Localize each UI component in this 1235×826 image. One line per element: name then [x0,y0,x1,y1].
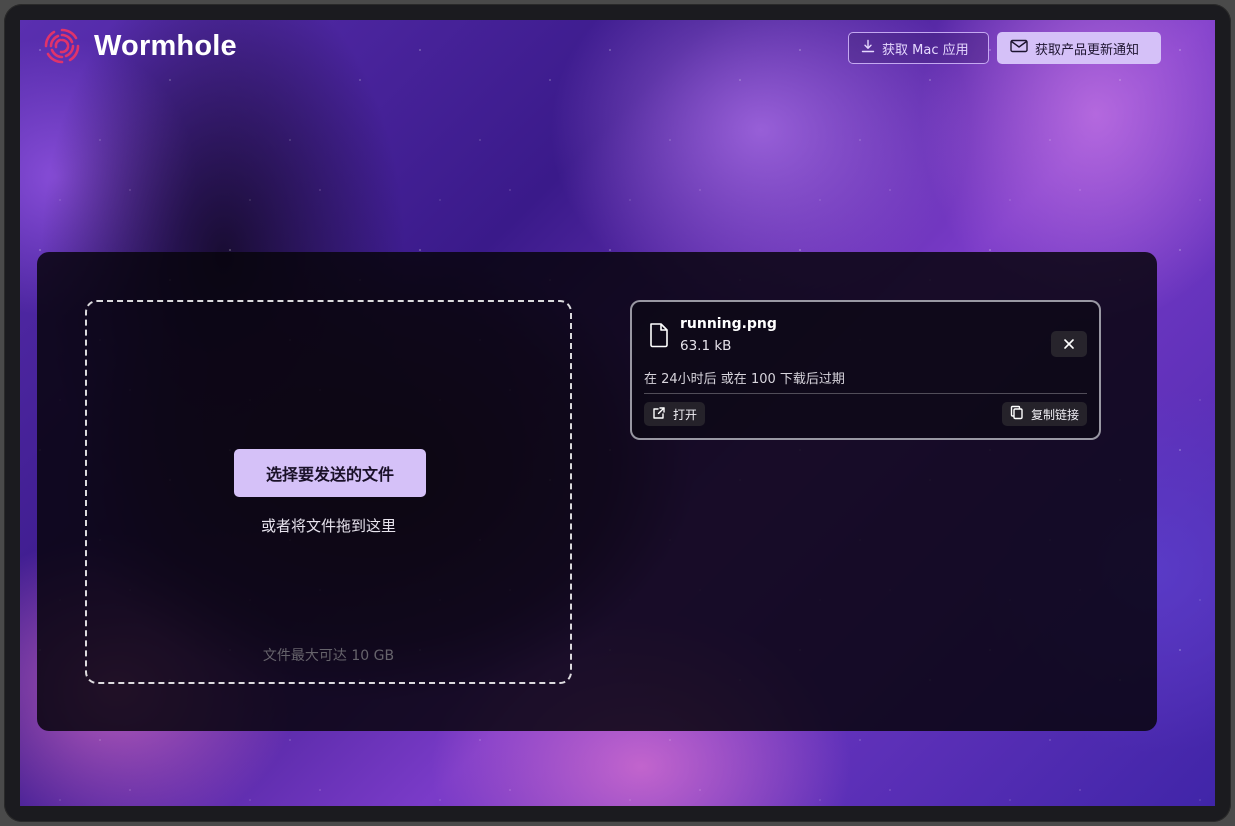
file-name: running.png [680,316,777,332]
get-updates-label: 获取产品更新通知 [1035,42,1140,58]
get-mac-app-label: 获取 Mac 应用 [882,42,969,58]
wormhole-logo-icon [42,26,82,66]
file-icon [648,322,670,352]
expiry-text: 在 24小时后 或在 100 下载后过期 [644,372,845,387]
get-updates-button[interactable]: 获取产品更新通知 [997,32,1161,64]
browser-window: Wormhole 获取 Mac 应用 获取产品更新通知 选择要发送的文件 或者将… [4,4,1231,822]
drag-hint: 或者将文件拖到这里 [260,517,396,535]
remove-file-button[interactable] [1051,331,1087,357]
logo[interactable]: Wormhole [42,26,237,66]
max-size-note: 文件最大可达 10 GB [262,648,395,664]
open-label: 打开 [673,407,698,422]
download-icon [861,39,875,57]
file-size: 63.1 kB [680,338,732,354]
file-dropzone[interactable]: 选择要发送的文件 或者将文件拖到这里 文件最大可达 10 GB [85,300,572,684]
mail-icon [1010,39,1028,57]
copy-link-label: 复制链接 [1030,407,1079,422]
transfer-panel: 选择要发送的文件 或者将文件拖到这里 文件最大可达 10 GB running.… [37,252,1157,731]
page-viewport: Wormhole 获取 Mac 应用 获取产品更新通知 选择要发送的文件 或者将… [20,20,1215,806]
close-icon [1063,335,1075,354]
copy-link-button[interactable]: 复制链接 [1001,402,1087,426]
choose-file-button[interactable]: 选择要发送的文件 [234,449,426,497]
get-mac-app-button[interactable]: 获取 Mac 应用 [848,32,989,64]
copy-icon [1010,405,1024,423]
card-divider [644,393,1087,394]
file-card: running.png 63.1 kB 在 24小时后 或在 100 下载后过期 [630,300,1101,440]
app-title: Wormhole [94,29,237,62]
external-link-icon [652,406,666,423]
open-button[interactable]: 打开 [644,402,706,426]
